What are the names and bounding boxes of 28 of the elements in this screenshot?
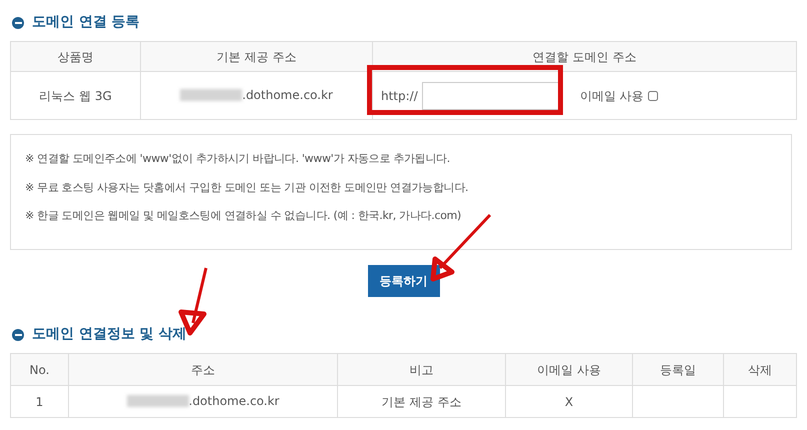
address-text: .dothome.co.kr	[242, 86, 333, 104]
table-cell: X	[506, 386, 632, 418]
table-cell: 기본 제공 주소	[338, 386, 506, 418]
column-header: 연결할 도메인 주소	[372, 42, 796, 72]
protocol-label: http://	[381, 88, 418, 104]
blurred-text	[126, 394, 189, 406]
register-button[interactable]: 등록하기	[368, 265, 440, 297]
column-header: 주소	[68, 354, 338, 386]
column-header: 비고	[338, 354, 506, 386]
column-header: 삭제	[724, 354, 796, 386]
table-cell: 리눅스 웹 3G	[10, 72, 140, 120]
column-header: 이메일 사용	[506, 354, 632, 386]
blurred-text	[180, 88, 242, 100]
column-header: 등록일	[632, 354, 724, 386]
address-text: .dothome.co.kr	[188, 392, 280, 410]
collapse-icon	[12, 328, 24, 340]
collapse-icon	[12, 16, 24, 28]
column-header: No.	[10, 354, 68, 386]
notice-text: ※ 연결할 도메인주소에 'www'없이 추가하시기 바랍니다. 'www'가 자동으로 추가됩니다.	[25, 151, 451, 167]
email-label: 이메일 사용	[580, 88, 644, 104]
email-checkbox[interactable]	[648, 90, 658, 100]
notice-text: ※ 무료 호스팅 사용자는 닷홈에서 구입한 도메인 또는 기관 이전한 도메인만 연결가능합니다.	[25, 180, 470, 196]
notice-text: ※ 한글 도메인은 웹메일 및 메일호스팅에 연결하실 수 없습니다. (예 : 한국.kr, 가나다.com)	[25, 208, 462, 224]
section-title: 도메인 연결 등록	[32, 13, 140, 32]
column-header: 상품명	[10, 42, 140, 72]
column-header: 기본 제공 주소	[140, 42, 372, 72]
section-title: 도메인 연결정보 및 삭제	[32, 325, 187, 344]
table-cell: 1	[10, 386, 68, 418]
